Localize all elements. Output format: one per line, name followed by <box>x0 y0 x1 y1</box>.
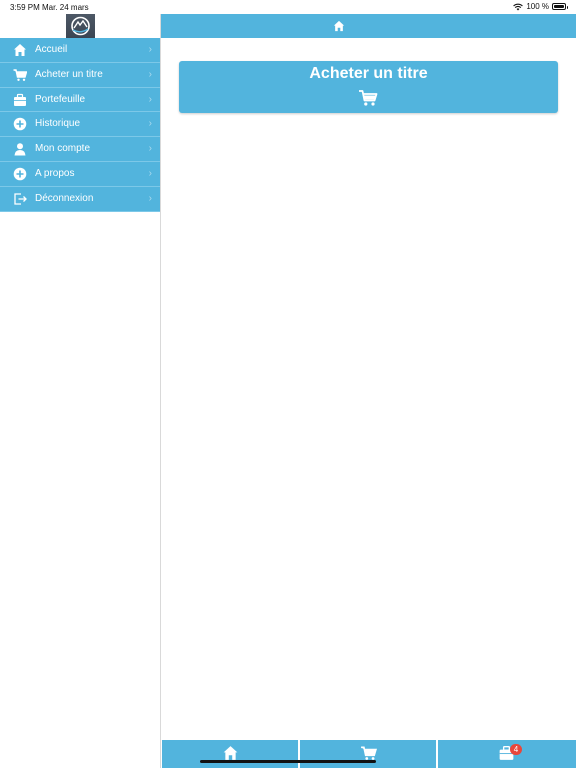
home-icon <box>14 44 26 56</box>
cart-icon <box>13 69 27 81</box>
status-bar: 3:59 PM Mar. 24 mars 100 % <box>0 0 576 14</box>
chevron-right-icon: › <box>148 44 152 55</box>
sidebar-item-mon-compte[interactable]: Mon compte › <box>0 137 160 162</box>
top-header <box>161 14 576 38</box>
chevron-right-icon: › <box>148 118 152 130</box>
sidebar-item-label: A propos <box>35 167 75 179</box>
status-time: 3:59 PM <box>10 3 40 12</box>
wallet-badge: 4 <box>510 744 522 755</box>
bottom-tab-bar: 4 <box>162 740 576 768</box>
cart-icon <box>361 746 377 760</box>
wifi-icon <box>513 3 524 10</box>
cart-icon <box>359 90 378 106</box>
chevron-right-icon: › <box>148 167 152 179</box>
sidebar-item-label: Portefeuille <box>35 93 86 105</box>
logo-area <box>0 14 160 38</box>
user-icon <box>14 143 26 156</box>
sidebar-item-a-propos[interactable]: A propos › <box>0 161 160 187</box>
tab-wallet[interactable]: 4 <box>438 740 576 768</box>
sidebar: Accueil › Acheter un titre › Portefeuill… <box>0 14 161 768</box>
status-date: Mar. 24 mars <box>42 3 89 12</box>
chevron-right-icon: › <box>148 192 152 204</box>
sidebar-item-label: Accueil <box>35 44 68 55</box>
sidebar-item-label: Déconnexion <box>35 192 94 204</box>
battery-icon <box>552 3 568 10</box>
logout-icon <box>14 193 27 205</box>
sidebar-menu: Accueil › Acheter un titre › Portefeuill… <box>0 38 160 212</box>
sidebar-item-accueil[interactable]: Accueil › <box>0 38 160 63</box>
home-icon[interactable] <box>333 20 345 32</box>
chevron-right-icon: › <box>148 93 152 105</box>
home-indicator <box>200 760 376 763</box>
sidebar-item-historique[interactable]: Historique › <box>0 112 160 138</box>
home-icon <box>223 746 238 760</box>
sidebar-item-acheter[interactable]: Acheter un titre › <box>0 62 160 88</box>
sidebar-item-deconnexion[interactable]: Déconnexion › <box>0 186 160 212</box>
battery-percent: 100 % <box>526 2 549 11</box>
wallet-icon <box>14 93 26 106</box>
chevron-right-icon: › <box>148 143 152 155</box>
sidebar-item-label: Historique <box>35 118 81 130</box>
sidebar-item-portefeuille[interactable]: Portefeuille › <box>0 87 160 113</box>
app-logo[interactable] <box>66 14 95 38</box>
buy-ticket-button[interactable]: Acheter un titre <box>179 61 558 113</box>
status-indicators: 100 % <box>513 2 568 11</box>
sidebar-item-label: Mon compte <box>35 143 91 155</box>
plus-circle-icon <box>13 118 27 131</box>
tab-buy[interactable] <box>300 740 436 768</box>
chevron-right-icon: › <box>148 68 152 80</box>
tab-home[interactable] <box>162 740 298 768</box>
sidebar-item-label: Acheter un titre <box>35 68 103 80</box>
buy-ticket-title: Acheter un titre <box>309 65 428 82</box>
battery-level <box>554 5 564 8</box>
plus-circle-icon <box>13 167 27 181</box>
